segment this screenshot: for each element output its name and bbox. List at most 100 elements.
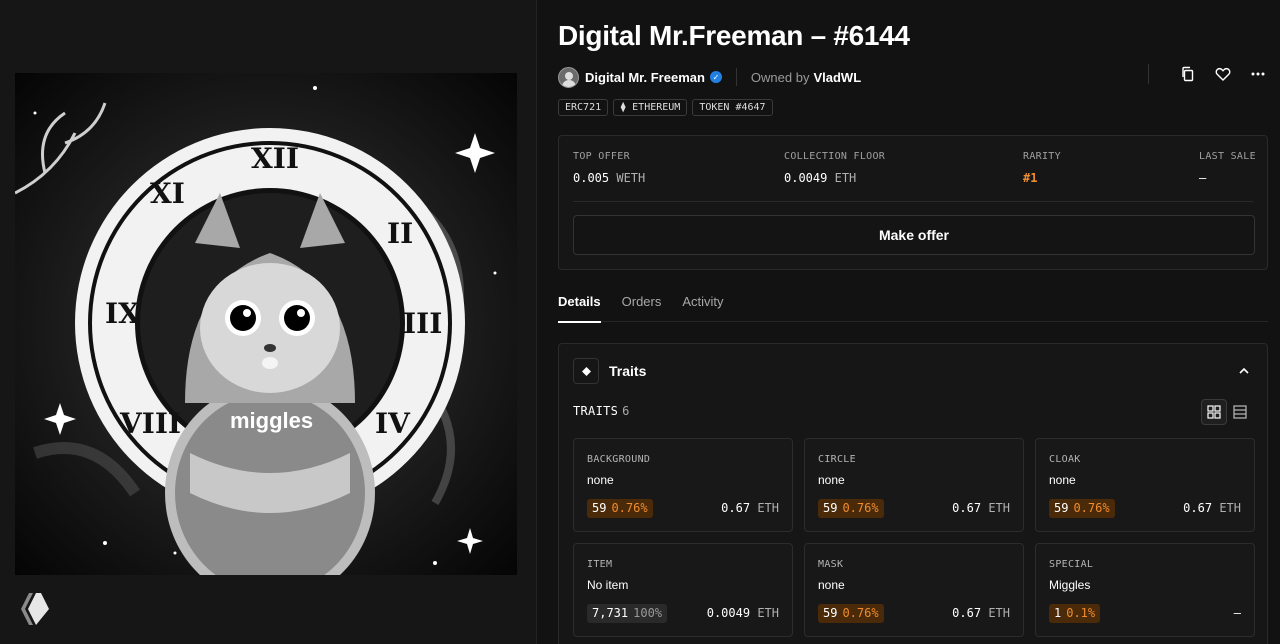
- detail-tabs: Details Orders Activity: [558, 290, 1268, 323]
- owner-row: Digital Mr. Freeman ✓ Owned by VladWL: [558, 64, 1268, 88]
- collection-floor-label: COLLECTION FLOOR: [784, 151, 886, 162]
- collection-avatar[interactable]: [558, 66, 579, 88]
- verified-icon: ✓: [709, 71, 722, 83]
- collection-floor-unit: ETH: [834, 171, 857, 185]
- view-toggle: [1201, 399, 1253, 425]
- trait-type: CLOAK: [1049, 454, 1081, 465]
- grid-view-icon[interactable]: [1201, 399, 1227, 425]
- trait-type: BACKGROUND: [587, 454, 651, 465]
- media-panel: XII II III IV IX VIII XI miggles: [0, 0, 537, 644]
- trait-percent: 0.76%: [611, 501, 648, 515]
- trait-percent: 0.76%: [842, 501, 879, 515]
- last-sale-stat: LAST SALE –: [1199, 151, 1256, 185]
- trait-rarity-badge: 7,731 100%: [587, 604, 668, 623]
- diamond-icon: [573, 358, 599, 384]
- last-sale-label: LAST SALE: [1199, 151, 1256, 162]
- svg-text:XI: XI: [150, 177, 185, 210]
- divider: [573, 201, 1253, 202]
- trait-count: 7,731: [592, 606, 629, 620]
- trait-percent: 0.76%: [1073, 501, 1110, 515]
- trait-count: 1: [1054, 606, 1062, 620]
- owned-by-label: Owned by: [750, 69, 810, 85]
- standard-tag: ERC721: [558, 99, 609, 116]
- rarity-value[interactable]: #1: [1023, 171, 1061, 185]
- trait-type: SPECIAL: [1049, 559, 1094, 570]
- token-id-tag: TOKEN #4647: [692, 99, 773, 116]
- trait-type: ITEM: [587, 559, 613, 570]
- traits-title: Traits: [609, 363, 647, 379]
- hive-logo-icon[interactable]: [19, 592, 51, 626]
- trait-floor-price: 0.67: [721, 501, 751, 515]
- trait-floor-price: –: [1233, 606, 1241, 620]
- trait-count: 59: [823, 501, 838, 515]
- list-view-icon[interactable]: [1227, 399, 1253, 425]
- tab-details[interactable]: Details: [558, 290, 601, 323]
- trait-floor-price: 0.67: [952, 606, 982, 620]
- last-sale-value: –: [1199, 171, 1207, 185]
- trait-card-cloak[interactable]: CLOAK none 59 0.76% 0.67 ETH: [1035, 438, 1255, 532]
- trait-floor-price: 0.67: [952, 501, 982, 515]
- svg-text:IX: IX: [105, 297, 140, 330]
- trait-card-item[interactable]: ITEM No item 7,731 100% 0.0049 ETH: [573, 543, 793, 637]
- trait-value: none: [1049, 473, 1076, 487]
- chevron-up-icon[interactable]: [1235, 362, 1253, 380]
- tab-activity[interactable]: Activity: [682, 290, 723, 322]
- divider: [735, 68, 737, 86]
- svg-text:XII: XII: [251, 142, 299, 175]
- traits-section: Traits TRAITS 6 BACKGROUND none 59 0.76% 0…: [558, 343, 1268, 644]
- trait-card-circle[interactable]: CIRCLE none 59 0.76% 0.67 ETH: [804, 438, 1024, 532]
- trait-value: No item: [587, 578, 629, 592]
- more-icon[interactable]: [1248, 64, 1268, 84]
- trait-type: MASK: [818, 559, 844, 570]
- top-offer-value: 0.005: [573, 171, 610, 185]
- trait-rarity-badge: 59 0.76%: [1049, 499, 1115, 518]
- trait-price-unit: ETH: [757, 501, 779, 515]
- chain-tag: ⧫ ETHEREUM: [613, 99, 688, 116]
- tab-orders[interactable]: Orders: [622, 290, 662, 322]
- collection-link[interactable]: Digital Mr. Freeman: [585, 70, 705, 85]
- trait-value: Miggles: [1049, 578, 1091, 592]
- nft-artwork[interactable]: XII II III IV IX VIII XI miggles: [15, 73, 517, 575]
- top-offer-stat: TOP OFFER 0.005 WETH: [573, 151, 645, 185]
- trait-price-unit: ETH: [757, 606, 779, 620]
- trait-price-unit: ETH: [988, 606, 1010, 620]
- trait-card-special[interactable]: SPECIAL Miggles 1 0.1% –: [1035, 543, 1255, 637]
- trait-rarity-badge: 1 0.1%: [1049, 604, 1101, 623]
- trait-floor-price: 0.0049: [706, 606, 751, 620]
- svg-text:VIII: VIII: [119, 407, 181, 440]
- trait-rarity-badge: 59 0.76%: [818, 604, 884, 623]
- make-offer-button[interactable]: Make offer: [573, 215, 1255, 255]
- trait-rarity-badge: 59 0.76%: [587, 499, 653, 518]
- artwork-hoodie-text: miggles: [230, 408, 313, 433]
- copy-icon[interactable]: [1178, 64, 1198, 84]
- svg-text:IV: IV: [375, 407, 411, 440]
- trait-price-unit: ETH: [988, 501, 1010, 515]
- trait-type: CIRCLE: [818, 454, 856, 465]
- trait-value: none: [818, 473, 845, 487]
- collection-floor-value: 0.0049: [784, 171, 828, 185]
- divider: [1148, 64, 1149, 84]
- actions-toolbar: [1148, 64, 1268, 84]
- top-offer-label: TOP OFFER: [573, 151, 630, 162]
- collection-floor-stat: COLLECTION FLOOR 0.0049 ETH: [784, 151, 885, 185]
- trait-value: none: [587, 473, 614, 487]
- trait-card-background[interactable]: BACKGROUND none 59 0.76% 0.67 ETH: [573, 438, 793, 532]
- trait-rarity-badge: 59 0.76%: [818, 499, 884, 518]
- price-stats-card: TOP OFFER 0.005 WETH COLLECTION FLOOR 0.…: [558, 135, 1268, 270]
- token-tags: ERC721 ⧫ ETHEREUM TOKEN #4647: [558, 99, 773, 116]
- owner-link[interactable]: VladWL: [813, 70, 861, 85]
- trait-percent: 0.1%: [1066, 606, 1096, 620]
- details-panel: Digital Mr.Freeman – #6144 Digital Mr. F…: [558, 0, 1268, 644]
- heart-icon[interactable]: [1213, 64, 1233, 84]
- top-offer-unit: WETH: [616, 171, 646, 185]
- traits-count-value: 6: [622, 404, 630, 418]
- artwork-image: XII II III IV IX VIII XI miggles: [15, 73, 517, 575]
- trait-percent: 0.76%: [842, 606, 879, 620]
- traits-count: TRAITS 6: [573, 404, 630, 418]
- trait-price-unit: ETH: [1219, 501, 1241, 515]
- svg-text:III: III: [403, 307, 442, 340]
- traits-grid: BACKGROUND none 59 0.76% 0.67 ETH CIRCLE …: [573, 438, 1255, 637]
- rarity-stat: RARITY #1: [1023, 151, 1061, 185]
- traits-header[interactable]: Traits: [573, 358, 646, 384]
- trait-card-mask[interactable]: MASK none 59 0.76% 0.67 ETH: [804, 543, 1024, 637]
